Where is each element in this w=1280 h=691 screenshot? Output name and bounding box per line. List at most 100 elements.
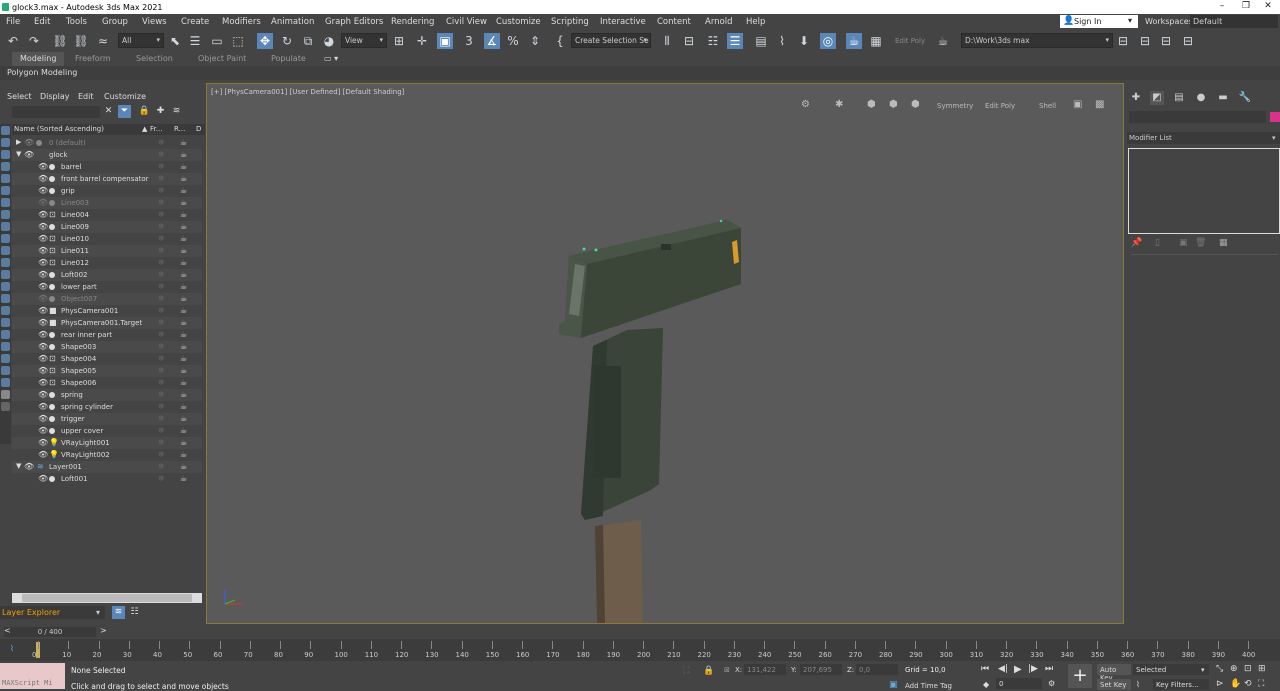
freeze-icon[interactable]: ❄	[158, 366, 165, 375]
play-icon[interactable]: ▶	[1014, 664, 1022, 675]
freeze-icon[interactable]: ❄	[158, 258, 165, 267]
selection-filter-dropdown[interactable]: All ▾	[118, 33, 164, 48]
explorer-menu-display[interactable]: Display	[40, 92, 70, 101]
render-icon[interactable]: ☕	[180, 138, 187, 147]
modifier-stack[interactable]	[1128, 148, 1280, 234]
redo-icon[interactable]: ↷	[26, 33, 42, 49]
render-icon[interactable]: ☕	[180, 330, 187, 339]
render-icon[interactable]: ☕	[180, 270, 187, 279]
display-cameras-icon[interactable]	[1, 162, 10, 171]
maxscript-listener[interactable]: MAXScript Mi	[0, 663, 65, 689]
display-children-icon[interactable]	[1, 306, 10, 315]
tab-object-paint[interactable]: Object Paint	[198, 54, 246, 63]
tree-row-vraylight002[interactable]: 👁 💡 VRayLight002 ❄ ☕	[12, 449, 202, 461]
field-of-view-icon[interactable]: ⊳	[1216, 679, 1224, 689]
freeze-icon[interactable]: ❄	[158, 318, 165, 327]
freeze-icon[interactable]: ❄	[158, 210, 165, 219]
zoom-extents-icon[interactable]: ⊡	[1244, 664, 1252, 674]
key-filters-button[interactable]: Key Filters...	[1153, 679, 1209, 690]
go-to-start-icon[interactable]: ⏮	[981, 664, 989, 674]
time-configuration-icon[interactable]: ⚙	[1048, 679, 1055, 688]
eye-icon[interactable]: 👁	[38, 306, 48, 315]
tree-row-front-barrel-compensator[interactable]: 👁 front barrel compensator ❄ ☕	[12, 173, 202, 185]
tree-row-loft002[interactable]: 👁 Loft002 ❄ ☕	[12, 269, 202, 281]
set-key-big-icon[interactable]: +	[1068, 664, 1092, 688]
menu-rendering[interactable]: Rendering	[391, 17, 434, 27]
display-active-layer-icon[interactable]	[1, 354, 10, 363]
render-icon[interactable]: ☕	[180, 294, 187, 303]
tree-row-glock[interactable]: ▼ 👁 glock ❄ ☕	[12, 149, 202, 161]
column-frozen[interactable]: Fr...	[150, 125, 162, 133]
toggle-scene-explorer-icon[interactable]: ☷	[705, 33, 721, 49]
display-influences-icon[interactable]	[1, 318, 10, 327]
edit-named-selection-icon[interactable]: {	[552, 33, 568, 49]
tree-row-lower-part[interactable]: 👁 lower part ❄ ☕	[12, 281, 202, 293]
display-none-icon[interactable]	[1, 282, 10, 291]
select-and-scale-icon[interactable]: ⧉	[300, 33, 316, 49]
eye-icon[interactable]: 👁	[38, 234, 48, 243]
bind-space-warp-icon[interactable]: ≈	[95, 33, 111, 49]
y-coord-field[interactable]: 207,695	[800, 664, 842, 675]
render-icon[interactable]: ☕	[180, 150, 187, 159]
tab-freeform[interactable]: Freeform	[75, 54, 111, 63]
link-icon[interactable]: ⛓	[52, 33, 68, 49]
project-path-dropdown[interactable]: D:\Work\3ds max ▾	[961, 33, 1113, 48]
previous-key-icon[interactable]: ◀|	[998, 664, 1008, 674]
polygon-modeling-panel[interactable]: Polygon Modeling	[7, 68, 77, 77]
scrollbar-thumb[interactable]	[22, 594, 192, 602]
next-frame-icon[interactable]: >	[100, 626, 107, 635]
render-icon[interactable]: ☕	[180, 390, 187, 399]
eye-icon[interactable]: 👁	[38, 258, 48, 267]
freeze-icon[interactable]: ❄	[158, 474, 165, 483]
explorer-menu-select[interactable]: Select	[7, 92, 32, 101]
freeze-icon[interactable]: ❄	[158, 282, 165, 291]
object-name-field[interactable]	[1129, 111, 1266, 123]
layer-explorer-dropdown[interactable]: Layer Explorer ▾	[0, 606, 105, 619]
tree-row-rear-inner-part[interactable]: 👁 rear inner part ❄ ☕	[12, 329, 202, 341]
eye-hidden-icon[interactable]: 👁	[38, 198, 48, 207]
set-key-button[interactable]: Set Key	[1097, 679, 1131, 690]
rendered-frame-window-icon[interactable]: ▦	[868, 33, 884, 49]
render-icon[interactable]: ☕	[180, 258, 187, 267]
explorer-search-input[interactable]	[12, 106, 100, 118]
next-key-icon[interactable]: |▶	[1028, 664, 1038, 674]
select-by-name-icon[interactable]: ☰	[187, 33, 203, 49]
render-icon[interactable]: ☕	[180, 162, 187, 171]
eye-icon[interactable]: 👁	[38, 426, 48, 435]
maximize-viewport-icon[interactable]: ⛶	[1258, 679, 1264, 689]
freeze-icon[interactable]: ❄	[158, 330, 165, 339]
freeze-icon[interactable]: ❄	[158, 198, 165, 207]
select-and-move-icon[interactable]: ✥	[257, 33, 273, 49]
tree-row-barrel[interactable]: 👁 barrel ❄ ☕	[12, 161, 202, 173]
snaps-toggle-icon[interactable]: 3	[461, 33, 477, 49]
scene-explorer-icon[interactable]: ☷	[128, 606, 141, 619]
ribbon-options-icon[interactable]: ▭ ▾	[324, 54, 338, 63]
make-unique-icon[interactable]: ▣	[1179, 238, 1188, 248]
collapse-icon[interactable]: ▼	[16, 150, 21, 158]
expand-icon[interactable]: ▶	[16, 138, 21, 146]
orbit-icon[interactable]: ⟲	[1244, 679, 1252, 689]
create-tab-icon[interactable]: ✚	[1129, 91, 1143, 105]
tree-row-upper-cover[interactable]: 👁 upper cover ❄ ☕	[12, 425, 202, 437]
render-icon[interactable]: ☕	[180, 234, 187, 243]
layer-explorer-icon[interactable]: ≋	[112, 606, 125, 619]
render-icon[interactable]: ☕	[180, 282, 187, 291]
select-and-place-icon[interactable]: ◕	[321, 33, 337, 49]
project-folder-icon-4[interactable]: ⊟	[1180, 33, 1196, 49]
display-helpers-icon[interactable]	[1, 174, 10, 183]
tree-row-shape005[interactable]: 👁 ⊡ Shape005 ❄ ☕	[12, 365, 202, 377]
pivot-center-icon[interactable]: ⊞	[391, 33, 407, 49]
eye-icon[interactable]: 👁	[38, 318, 48, 327]
menu-arnold[interactable]: Arnold	[705, 17, 733, 27]
tab-modeling[interactable]: Modeling	[12, 52, 65, 66]
project-folder-icon-3[interactable]: ⊟	[1158, 33, 1174, 49]
explorer-menu-customize[interactable]: Customize	[104, 92, 146, 101]
menu-animation[interactable]: Animation	[271, 17, 314, 27]
tree-row-default-layer[interactable]: ▶ 👁 0 (default) ❄ ☕	[12, 137, 202, 149]
explorer-menu-edit[interactable]: Edit	[78, 92, 94, 101]
motion-tab-icon[interactable]: ●	[1194, 91, 1208, 105]
zoom-all-icon[interactable]: ⊕	[1230, 664, 1238, 674]
material-editor-icon[interactable]: ◎	[820, 33, 836, 49]
render-icon[interactable]: ☕	[180, 246, 187, 255]
freeze-icon[interactable]: ❄	[158, 138, 165, 147]
